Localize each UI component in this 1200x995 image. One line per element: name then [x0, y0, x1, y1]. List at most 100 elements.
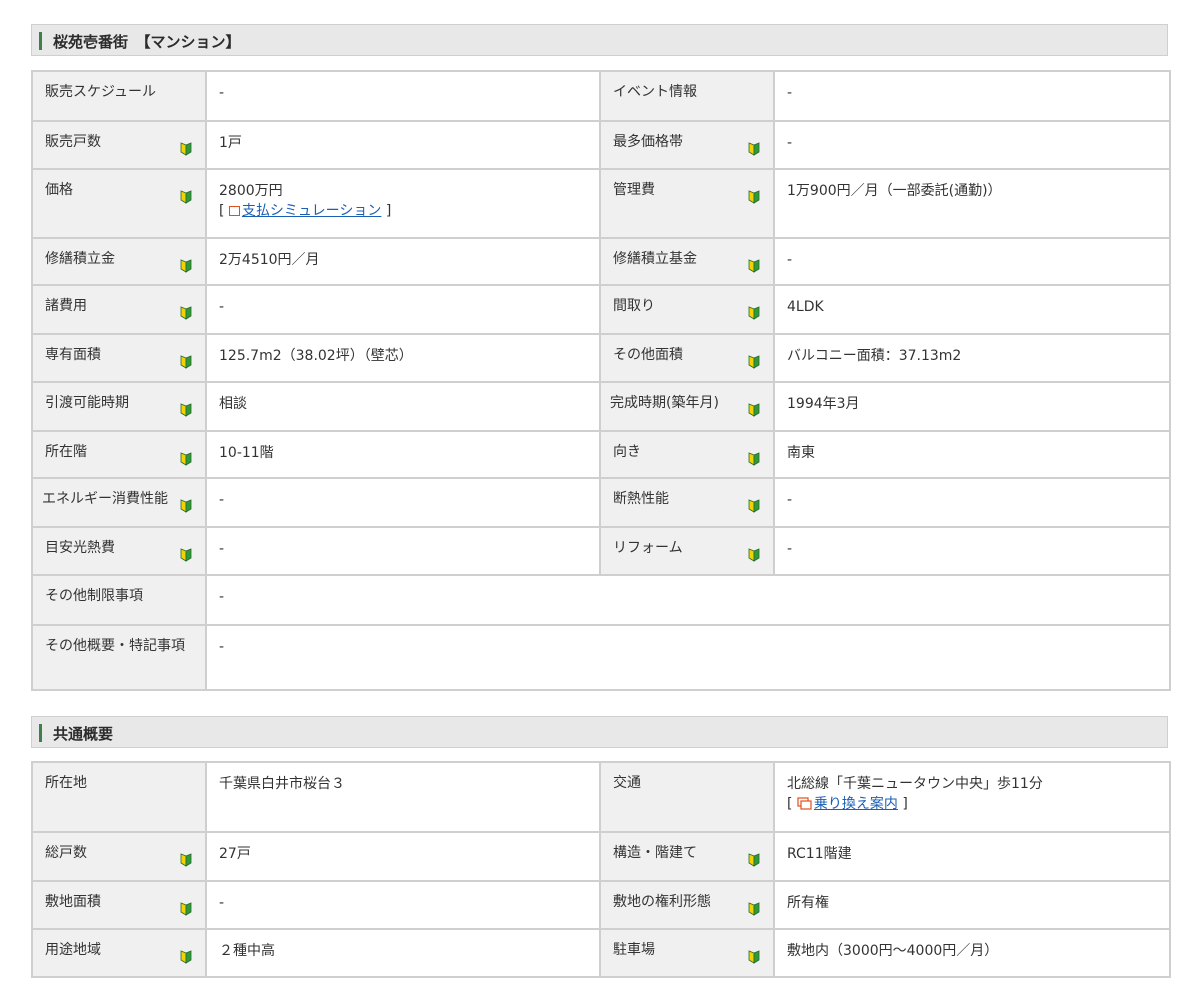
- spec-value: -: [787, 492, 793, 508]
- spec-value-cell: -: [773, 70, 1171, 122]
- spec-value: -: [219, 589, 225, 605]
- spec-label-cell: 販売戸数: [31, 120, 207, 170]
- spec-value: -: [787, 135, 793, 151]
- spec-value: バルコニー面積：37.13m2: [787, 348, 962, 364]
- spec-label-cell: 専有面積: [31, 333, 207, 383]
- spec-value-cell: バルコニー面積：37.13m2: [773, 333, 1171, 383]
- beginner-help-icon[interactable]: [180, 452, 192, 466]
- spec-value-cell: -: [205, 624, 1171, 691]
- beginner-help-icon[interactable]: [180, 355, 192, 369]
- transfer-guide-link[interactable]: 乗り換え案内: [814, 796, 898, 812]
- property-section-title: 桜苑壱番街 【マンション】: [53, 33, 241, 51]
- table-row: 引渡可能時期 相談 完成時期(築年月) 1994年3月: [31, 381, 1171, 432]
- spec-label-cell: 販売スケジュール: [31, 70, 207, 122]
- new-window-icon: [228, 206, 240, 216]
- spec-value: -: [219, 639, 225, 655]
- table-row: 所在階 10-11階 向き 南東: [31, 430, 1171, 479]
- common-section-header: 共通概要: [31, 716, 1168, 748]
- beginner-help-icon[interactable]: [180, 499, 192, 513]
- beginner-help-icon[interactable]: [180, 403, 192, 417]
- spec-value: -: [219, 492, 225, 508]
- spec-value-cell: 敷地内（3000円～4000円／月）: [773, 928, 1171, 978]
- table-row: 目安光熱費 - リフォーム -: [31, 526, 1171, 576]
- spec-label-cell: 所在階: [31, 430, 207, 479]
- bracket-close: ]: [897, 796, 908, 812]
- beginner-help-icon[interactable]: [180, 142, 192, 156]
- table-row: 用途地域 ２種中高 駐車場 敷地内（3000円～4000円／月）: [31, 928, 1171, 978]
- spec-label-cell: 総戸数: [31, 831, 207, 882]
- beginner-help-icon[interactable]: [748, 548, 760, 562]
- table-row: その他概要・特記事項 -: [31, 624, 1171, 691]
- spec-label-cell: リフォーム: [599, 526, 775, 576]
- beginner-help-icon[interactable]: [748, 499, 760, 513]
- spec-value-cell: -: [205, 880, 601, 930]
- spec-label-cell: 諸費用: [31, 284, 207, 335]
- payment-simulation-link[interactable]: 支払シミュレーション: [242, 203, 381, 219]
- spec-value-cell: -: [773, 120, 1171, 170]
- beginner-help-icon[interactable]: [180, 853, 192, 867]
- spec-value: 相談: [219, 396, 247, 412]
- spec-value-cell: 相談: [205, 381, 601, 432]
- spec-label: 交通: [613, 775, 641, 791]
- beginner-help-icon[interactable]: [748, 355, 760, 369]
- spec-value-cell: -: [773, 526, 1171, 576]
- beginner-help-icon[interactable]: [180, 259, 192, 273]
- beginner-help-icon[interactable]: [180, 902, 192, 916]
- spec-label: 販売スケジュール: [45, 84, 157, 100]
- beginner-help-icon[interactable]: [748, 452, 760, 466]
- header-accent-bar: [39, 724, 42, 742]
- header-accent-bar: [39, 32, 42, 50]
- beginner-help-icon[interactable]: [180, 190, 192, 204]
- spec-value-cell: -: [205, 284, 601, 335]
- spec-value: ２種中高: [219, 943, 275, 959]
- spec-value-cell: -: [205, 574, 1171, 626]
- spec-label: イベント情報: [613, 84, 697, 100]
- spec-value-cell: 1994年3月: [773, 381, 1171, 432]
- beginner-help-icon[interactable]: [180, 950, 192, 964]
- spec-value: -: [787, 541, 793, 557]
- table-row: 販売戸数 1戸 最多価格帯 -: [31, 120, 1171, 170]
- spec-value: -: [219, 541, 225, 557]
- spec-label: 所在地: [45, 775, 87, 791]
- beginner-help-icon[interactable]: [748, 259, 760, 273]
- property-spec-table: 販売スケジュール - イベント情報 - 販売戸数 1戸 最多価格帯 - 価格 2800万円[ 支払…: [31, 70, 1171, 691]
- beginner-help-icon[interactable]: [748, 142, 760, 156]
- spec-value-cell: 10-11階: [205, 430, 601, 479]
- spec-label-cell: 用途地域: [31, 928, 207, 978]
- spec-label-cell: 間取り: [599, 284, 775, 335]
- beginner-help-icon[interactable]: [748, 306, 760, 320]
- beginner-help-icon[interactable]: [748, 853, 760, 867]
- spec-label-cell: エネルギー消費性能: [31, 477, 207, 528]
- spec-value-cell: 南東: [773, 430, 1171, 479]
- spec-label-cell: 交通: [599, 761, 775, 833]
- beginner-help-icon[interactable]: [180, 548, 192, 562]
- spec-value: 所有権: [787, 895, 829, 911]
- spec-value: RC11階建: [787, 846, 852, 862]
- spec-value-cell: -: [773, 477, 1171, 528]
- table-row: エネルギー消費性能 - 断熱性能 -: [31, 477, 1171, 528]
- beginner-help-icon[interactable]: [748, 950, 760, 964]
- spec-value: 10-11階: [219, 445, 274, 461]
- bracket-open: [: [787, 796, 797, 812]
- beginner-help-icon[interactable]: [748, 403, 760, 417]
- spec-label-cell: 目安光熱費: [31, 526, 207, 576]
- property-section-header: 桜苑壱番街 【マンション】: [31, 24, 1168, 56]
- spec-label-cell: 所在地: [31, 761, 207, 833]
- spec-value: -: [219, 895, 225, 911]
- spec-value: 敷地内（3000円～4000円／月）: [787, 943, 999, 959]
- spec-label-cell: 修繕積立金: [31, 237, 207, 286]
- spec-value-cell: 千葉県白井市桜台３: [205, 761, 601, 833]
- spec-label-cell: イベント情報: [599, 70, 775, 122]
- beginner-help-icon[interactable]: [748, 190, 760, 204]
- spec-label-cell: その他面積: [599, 333, 775, 383]
- table-row: 所在地 千葉県白井市桜台３ 交通 北総線「千葉ニュータウン中央」歩11分 [ 乗り換え案…: [31, 761, 1171, 833]
- spec-value: 1994年3月: [787, 396, 860, 412]
- beginner-help-icon[interactable]: [180, 306, 192, 320]
- spec-value-cell: RC11階建: [773, 831, 1171, 882]
- link-line: [ 支払シミュレーション ]: [219, 201, 587, 221]
- spec-value: 2800万円: [219, 183, 283, 199]
- spec-value-cell: 125.7m2（38.02坪）（壁芯）: [205, 333, 601, 383]
- beginner-help-icon[interactable]: [748, 902, 760, 916]
- spec-label-cell: 敷地の権利形態: [599, 880, 775, 930]
- spec-value: 1戸: [219, 135, 242, 151]
